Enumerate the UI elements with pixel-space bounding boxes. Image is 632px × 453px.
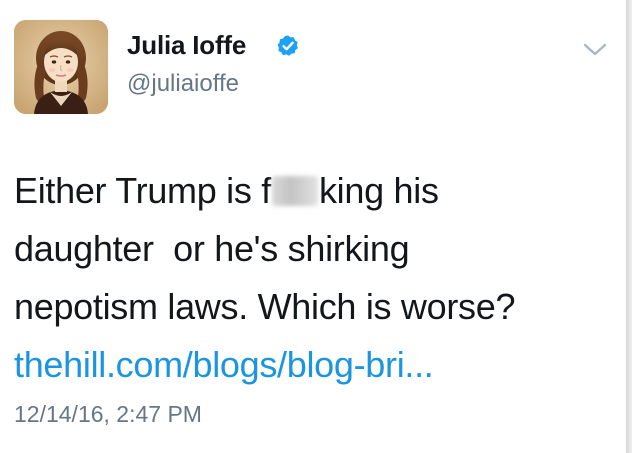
tweet-text-fragment: king his <box>318 170 439 211</box>
tweet-link-line: thehill.com/blogs/blog-bri... <box>14 336 618 394</box>
verified-badge-icon <box>277 35 298 56</box>
tweet-text-line: nepotism laws. Which is worse? <box>14 286 516 327</box>
tweet-text: Either Trump is f king his daughter or he… <box>14 162 618 394</box>
tweet-link[interactable]: thehill.com/blogs/blog-bri... <box>14 344 434 385</box>
avatar-image <box>14 20 108 114</box>
tweet-card: Julia Ioffe @juliaioffe Either Trump is … <box>0 0 632 453</box>
censor-blur <box>271 176 318 206</box>
timestamp[interactable]: 12/14/16, 2:47 PM <box>14 401 202 428</box>
screen-edge <box>626 0 632 453</box>
username-handle[interactable]: @juliaioffe <box>127 70 239 98</box>
tweet-text-line: Either Trump is f king his <box>14 162 618 220</box>
avatar[interactable] <box>14 20 108 114</box>
tweet-text-line: daughter or he's shirking <box>14 228 410 269</box>
chevron-down-icon[interactable] <box>582 42 608 58</box>
display-name[interactable]: Julia Ioffe <box>127 30 246 61</box>
tweet-text-fragment: Either Trump is f <box>14 170 271 211</box>
